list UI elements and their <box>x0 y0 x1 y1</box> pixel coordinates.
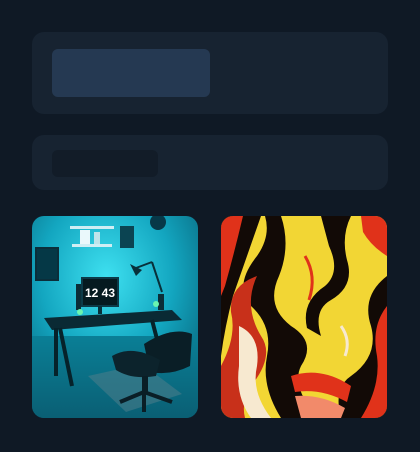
desk-setup-image[interactable]: 12 43 <box>32 216 198 418</box>
header-skeleton-panel <box>32 32 388 114</box>
monitor-clock-text: 12 43 <box>85 286 115 300</box>
fluid-art-illustration <box>221 216 387 418</box>
subheader-skeleton-panel <box>32 135 388 190</box>
abstract-fluid-image[interactable] <box>221 216 387 418</box>
desk-setup-illustration: 12 43 <box>32 216 198 418</box>
title-skeleton <box>52 49 210 97</box>
subtitle-skeleton <box>52 150 158 177</box>
